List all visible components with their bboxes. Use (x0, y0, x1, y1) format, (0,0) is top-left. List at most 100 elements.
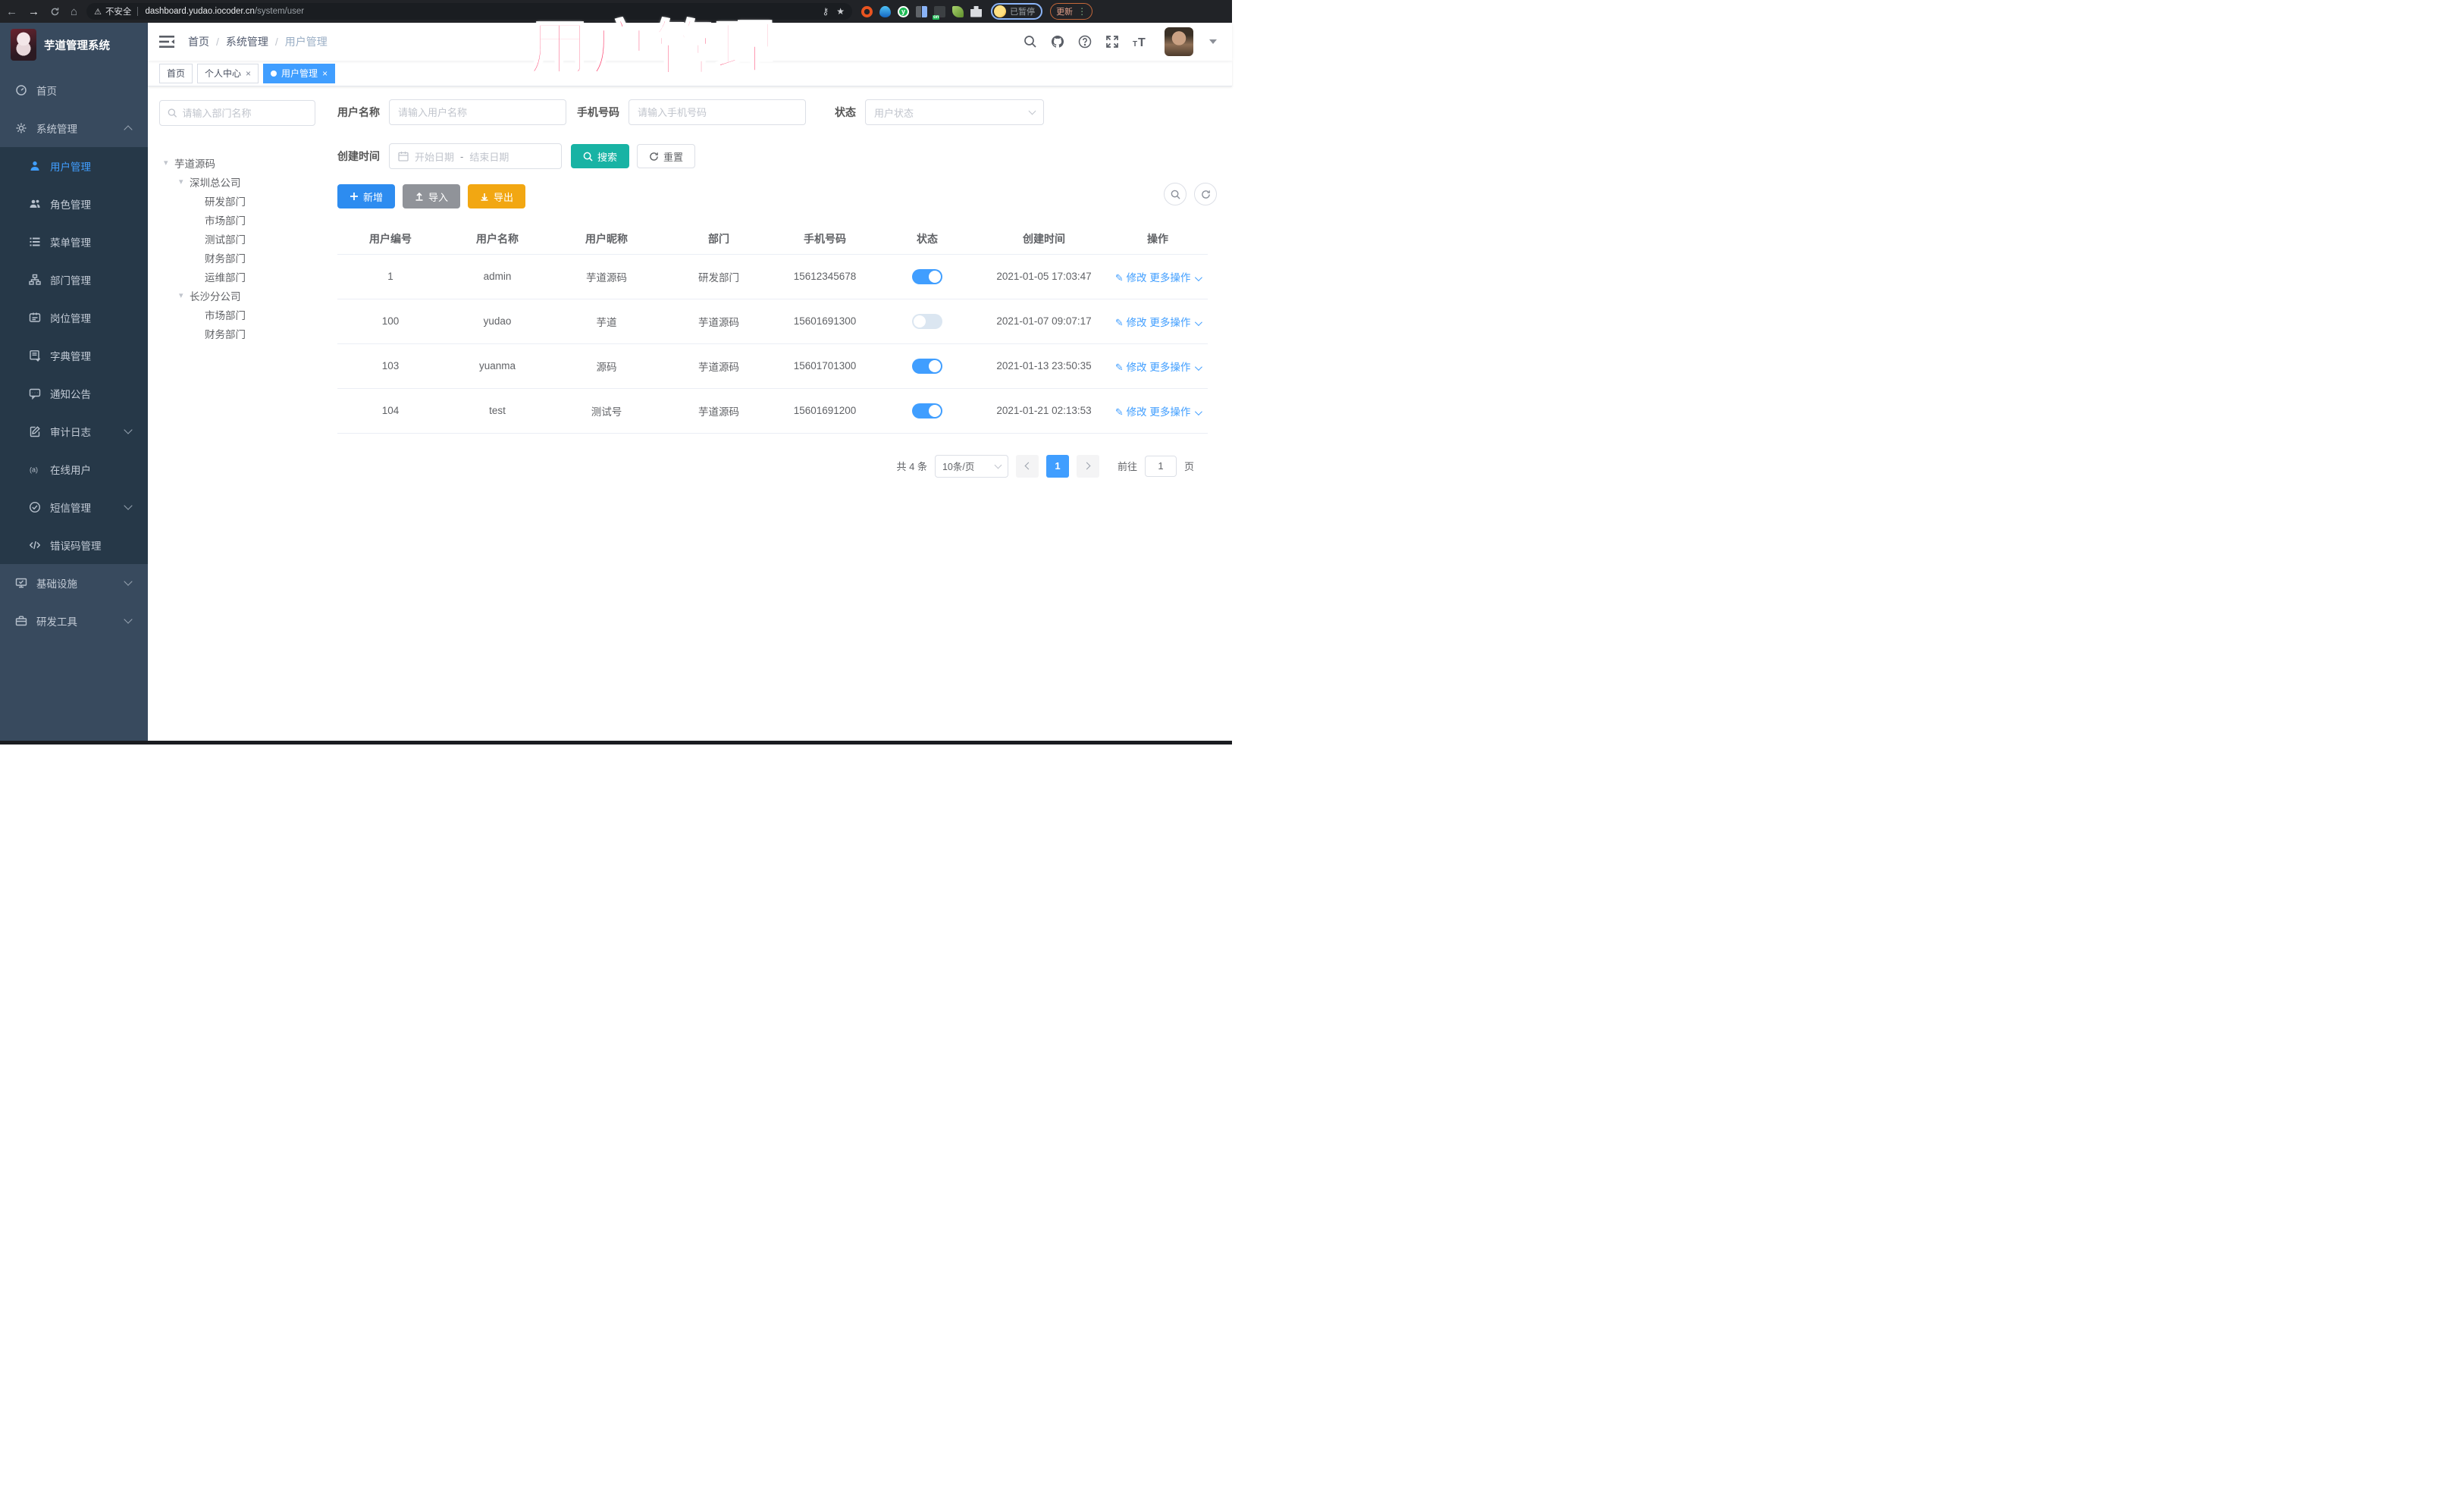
dept-search-input[interactable] (182, 107, 307, 119)
browser-profile-button[interactable]: 已暂停 (991, 3, 1043, 20)
fullscreen-icon[interactable] (1105, 35, 1120, 49)
prev-page-button[interactable] (1015, 454, 1039, 478)
sidebar-item-role-mgmt[interactable]: 角色管理 (0, 185, 148, 223)
user-avatar[interactable] (1165, 27, 1193, 56)
status-toggle[interactable] (912, 268, 942, 284)
status-toggle[interactable] (912, 313, 942, 329)
top-navbar: 首页 / 系统管理 / 用户管理 TT (148, 23, 1232, 61)
tree-caret-icon[interactable]: ▾ (179, 290, 190, 300)
export-button[interactable]: 导出 (468, 184, 526, 208)
reset-button[interactable]: 重置 (637, 144, 696, 168)
security-warning-label[interactable]: 不安全 (105, 5, 132, 17)
sidebar-item-devtool[interactable]: 研发工具 (0, 602, 148, 640)
help-icon[interactable] (1078, 35, 1092, 49)
sidebar-item-home[interactable]: 首页 (0, 71, 148, 109)
extension-orange-icon[interactable] (861, 5, 873, 17)
edit-link[interactable]: ✎ 修改 (1115, 272, 1147, 284)
tree-node[interactable]: 市场部门 (159, 210, 315, 229)
edit-link[interactable]: ✎ 修改 (1115, 317, 1147, 328)
sidebar-item-menu-mgmt[interactable]: 菜单管理 (0, 223, 148, 261)
tab-user-mgmt[interactable]: 用户管理 × (263, 63, 336, 83)
tree-node[interactable]: 测试部门 (159, 229, 315, 248)
sidebar-item-system[interactable]: 系统管理 (0, 109, 148, 147)
tree-node[interactable]: ▾ 长沙分公司 (159, 286, 315, 305)
sidebar-item-notice-mgmt[interactable]: 通知公告 (0, 375, 148, 412)
close-icon[interactable]: × (246, 68, 251, 79)
sidebar-item-dept-mgmt[interactable]: 部门管理 (0, 261, 148, 299)
status-toggle[interactable] (912, 358, 942, 374)
app-logo-row[interactable]: 芋道管理系统 (0, 23, 148, 67)
chevron-left-icon (1024, 462, 1033, 470)
more-actions-link[interactable]: 更多操作 (1149, 272, 1202, 284)
tab-profile[interactable]: 个人中心 × (197, 63, 259, 83)
username-input[interactable] (398, 106, 557, 118)
import-button[interactable]: 导入 (403, 184, 461, 208)
tree-node[interactable]: 财务部门 (159, 324, 315, 343)
extension-blue-icon[interactable] (879, 5, 892, 17)
font-size-icon[interactable]: TT (1133, 35, 1147, 49)
current-page-button[interactable]: 1 (1045, 454, 1069, 478)
tree-caret-icon[interactable]: ▾ (164, 158, 174, 168)
refresh-icon (650, 152, 658, 161)
extension-on-badge-icon[interactable] (933, 5, 946, 20)
browser-forward-icon[interactable]: → (28, 5, 39, 18)
toolbox-icon (15, 615, 27, 627)
tree-caret-icon[interactable]: ▾ (179, 177, 190, 187)
collapse-sidebar-icon[interactable] (159, 36, 174, 48)
tab-home[interactable]: 首页 (159, 63, 193, 83)
password-key-icon[interactable]: ⚷ (823, 6, 829, 17)
sidebar-item-audit-log[interactable]: 审计日志 (0, 412, 148, 450)
extensions-puzzle-icon[interactable] (970, 5, 983, 17)
browser-home-icon[interactable]: ⌂ (71, 5, 77, 18)
tree-node[interactable]: ▾ 芋道源码 (159, 153, 315, 172)
tree-node[interactable]: ▾ 深圳总公司 (159, 172, 315, 191)
extension-leaf-icon[interactable] (952, 5, 964, 17)
sidebar-item-label: 在线用户 (50, 465, 91, 476)
extension-green-y-icon[interactable]: y (898, 5, 910, 17)
mail-check-icon (29, 501, 41, 513)
sidebar-item-user-mgmt[interactable]: 用户管理 (0, 147, 148, 185)
edit-link[interactable]: ✎ 修改 (1115, 406, 1147, 418)
browser-back-icon[interactable]: ← (6, 5, 17, 18)
more-actions-link[interactable]: 更多操作 (1149, 406, 1202, 418)
close-icon[interactable]: × (322, 68, 328, 79)
toggle-search-button[interactable] (1164, 183, 1187, 205)
refresh-table-button[interactable] (1194, 183, 1217, 205)
bookmark-star-icon[interactable]: ★ (836, 6, 845, 17)
page-size-select[interactable]: 10条/页 (934, 454, 1008, 478)
search-icon[interactable] (1024, 35, 1038, 49)
sidebar-item-post-mgmt[interactable]: 岗位管理 (0, 299, 148, 337)
sidebar-item-dict-mgmt[interactable]: 字典管理 (0, 337, 148, 375)
browser-update-button[interactable]: 更新 ⋮ (1050, 3, 1093, 20)
tree-node[interactable]: 研发部门 (159, 191, 315, 210)
next-page-button[interactable] (1076, 454, 1099, 478)
browser-menu-dots-icon[interactable]: ⋮ (1077, 6, 1086, 17)
goto-page-input[interactable] (1144, 455, 1177, 477)
more-actions-link[interactable]: 更多操作 (1149, 317, 1202, 328)
breadcrumb-home[interactable]: 首页 (188, 34, 209, 49)
tree-node[interactable]: 财务部门 (159, 248, 315, 267)
extension-grid-icon[interactable] (916, 5, 928, 17)
user-menu-caret-icon[interactable] (1209, 39, 1217, 44)
tree-node[interactable]: 市场部门 (159, 305, 315, 324)
sidebar-item-infra[interactable]: 基础设施 (0, 564, 148, 602)
mobile-input[interactable] (638, 106, 797, 118)
tree-node[interactable]: 运维部门 (159, 267, 315, 286)
sidebar-item-sms-mgmt[interactable]: 短信管理 (0, 488, 148, 526)
browser-reload-icon[interactable] (50, 7, 60, 17)
breadcrumb-system[interactable]: 系统管理 (226, 34, 268, 49)
status-select[interactable]: 用户状态 (865, 99, 1044, 125)
status-toggle[interactable] (912, 403, 942, 418)
sidebar-item-errcode-mgmt[interactable]: 错误码管理 (0, 526, 148, 564)
sidebar-item-label: 部门管理 (50, 275, 91, 287)
date-range-picker[interactable]: 开始日期 - 结束日期 (389, 143, 562, 169)
table-row: 1 admin 芋道源码 研发部门 15612345678 2021-01-05… (337, 254, 1208, 299)
address-bar[interactable]: ⚠ 不安全 dashboard.yudao.iocoder.cn/system/… (86, 3, 853, 20)
search-button[interactable]: 搜索 (571, 144, 630, 168)
github-icon[interactable] (1051, 35, 1065, 49)
more-actions-link[interactable]: 更多操作 (1149, 362, 1202, 373)
add-button[interactable]: 新增 (337, 184, 396, 208)
edit-link[interactable]: ✎ 修改 (1115, 362, 1147, 373)
sidebar-item-online-users[interactable]: (a) 在线用户 (0, 450, 148, 488)
col-user-id: 用户编号 (337, 224, 444, 255)
